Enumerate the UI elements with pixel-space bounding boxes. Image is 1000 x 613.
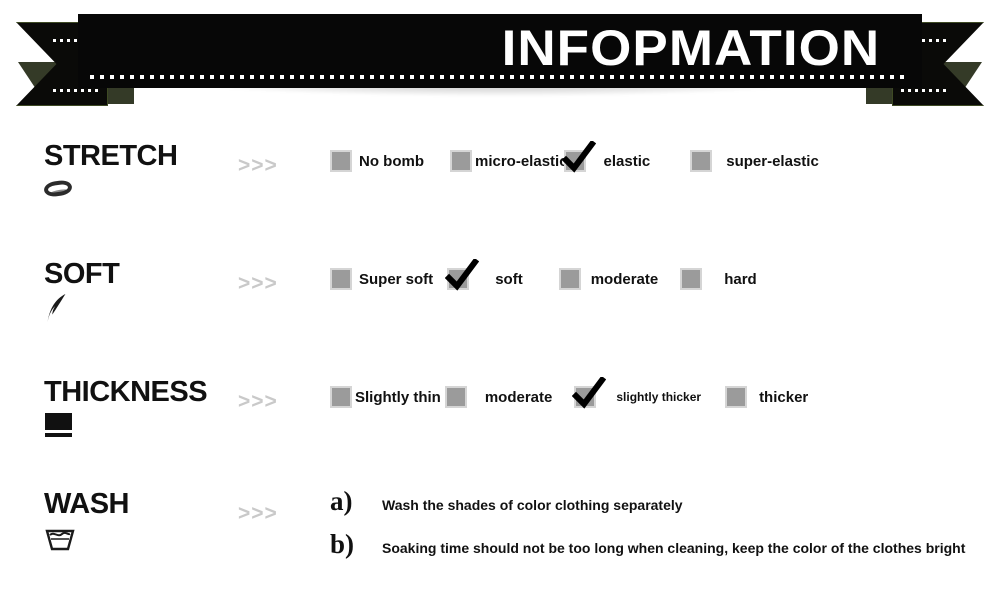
wash-tub-icon — [44, 523, 84, 553]
soft-option-label-2: moderate — [590, 270, 659, 288]
stretch-checkbox-0[interactable] — [330, 150, 352, 172]
stretch-option-1[interactable]: micro-elastic — [450, 150, 568, 172]
stretch-label-group: STRETCH — [43, 140, 244, 205]
feather-icon — [44, 293, 84, 323]
checkmark-icon — [445, 259, 480, 291]
banner-dot-row-left-bottom — [53, 89, 99, 92]
stretch-arrow-icon: >>> — [238, 154, 278, 177]
thickness-arrow-icon: >>> — [238, 390, 278, 413]
spec-row-soft: SOFT >>> Super soft soft moderate hard — [0, 240, 1000, 358]
wash-instruction-b: b) Soaking time should not be too long w… — [330, 529, 970, 560]
checkmark-icon — [561, 141, 596, 173]
fabric-layer-icon — [44, 411, 84, 441]
soft-options: Super soft soft moderate hard — [330, 259, 757, 291]
wash-title: WASH — [44, 488, 130, 520]
soft-checkbox-3[interactable] — [680, 268, 703, 290]
soft-option-1[interactable]: soft — [445, 259, 523, 291]
spec-row-stretch: STRETCH >>> No bomb micro-elastic elasti… — [0, 122, 1000, 240]
thickness-checkbox-3[interactable] — [725, 386, 748, 408]
stretch-checkbox-2[interactable] — [561, 141, 596, 173]
spec-row-thickness: THICKNESS >>> Slightly thin moderate sli… — [0, 358, 1000, 476]
stretch-checkbox-1[interactable] — [450, 150, 472, 172]
stretch-option-0[interactable]: No bomb — [330, 150, 424, 172]
stretch-option-label-0: No bomb — [359, 152, 424, 170]
wash-arrow-icon: >>> — [238, 502, 278, 525]
banner-dotted-divider — [90, 75, 910, 79]
thickness-option-0[interactable]: Slightly thin — [330, 386, 441, 408]
spec-rows: STRETCH >>> No bomb micro-elastic elasti… — [0, 122, 1000, 594]
stretch-option-label-3: super-elastic — [726, 152, 819, 170]
banner-ribbon-body: INFOPMATION — [78, 14, 922, 88]
banner-dot-row-right-bottom — [901, 89, 947, 92]
soft-option-label-1: soft — [495, 270, 523, 288]
thickness-option-2[interactable]: slightly thicker — [572, 377, 702, 409]
stretch-options: No bomb micro-elastic elastic super-elas… — [330, 141, 819, 173]
stretch-option-label-2: elastic — [603, 152, 651, 170]
thickness-checkbox-1[interactable] — [444, 386, 467, 408]
wash-text-a: Wash the shades of color clothing separa… — [382, 497, 683, 513]
stretch-title: STRETCH — [44, 140, 178, 172]
thickness-label-group: THICKNESS — [44, 376, 244, 441]
stretch-option-label-1: micro-elastic — [475, 152, 568, 170]
wash-instructions: a) Wash the shades of color clothing sep… — [330, 486, 970, 572]
spec-row-wash: WASH >>> a) Wash the shades of color clo… — [0, 476, 1000, 594]
soft-option-label-3: hard — [724, 270, 757, 288]
thickness-option-label-3: thicker — [759, 388, 809, 406]
soft-option-2[interactable]: moderate — [558, 268, 659, 290]
thickness-option-3[interactable]: thicker — [725, 386, 808, 408]
information-banner: INFOPMATION — [0, 0, 1000, 122]
stretch-option-3[interactable]: super-elastic — [690, 150, 819, 172]
stretch-checkbox-3[interactable] — [690, 150, 713, 172]
wash-marker-b: b) — [330, 529, 355, 559]
soft-arrow-icon: >>> — [238, 272, 278, 295]
stretch-option-2[interactable]: elastic — [561, 141, 651, 173]
elastic-band-icon — [43, 175, 84, 205]
soft-option-0[interactable]: Super soft — [330, 268, 433, 290]
soft-checkbox-2[interactable] — [558, 268, 581, 290]
thickness-option-label-0: Slightly thin — [355, 388, 441, 406]
thickness-option-label-2: slightly thicker — [616, 390, 702, 404]
soft-option-label-0: Super soft — [359, 270, 434, 288]
soft-label-group: SOFT — [44, 258, 244, 323]
page-title: INFOPMATION — [501, 20, 880, 76]
soft-checkbox-0[interactable] — [330, 268, 352, 290]
wash-label-group: WASH — [44, 488, 244, 553]
soft-title: SOFT — [44, 258, 120, 290]
checkmark-icon — [572, 377, 607, 409]
thickness-checkbox-0[interactable] — [330, 386, 352, 408]
thickness-option-1[interactable]: moderate — [444, 386, 553, 408]
soft-option-3[interactable]: hard — [680, 268, 757, 290]
wash-instruction-a: a) Wash the shades of color clothing sep… — [330, 486, 970, 517]
thickness-option-label-1: moderate — [484, 388, 553, 406]
thickness-title: THICKNESS — [44, 376, 208, 408]
wash-text-b: Soaking time should not be too long when… — [382, 540, 966, 556]
thickness-checkbox-2[interactable] — [572, 377, 607, 409]
thickness-options: Slightly thin moderate slightly thicker … — [330, 377, 808, 409]
soft-checkbox-1[interactable] — [445, 259, 480, 291]
wash-marker-a: a) — [330, 486, 353, 516]
